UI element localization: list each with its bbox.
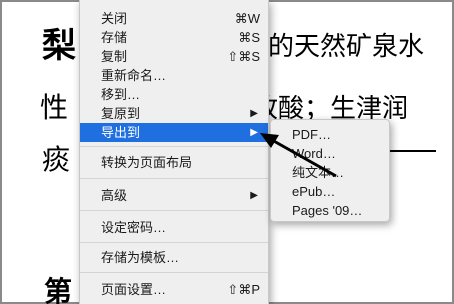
menu-separator xyxy=(80,272,268,273)
menu-item-set-password[interactable]: 设定密码… xyxy=(80,218,268,237)
menu-item-save[interactable]: 存储 ⌘S xyxy=(80,28,268,47)
menu-item-move-to-label: 移到… xyxy=(101,87,141,102)
menu-item-save-as-template-label: 存储为模板… xyxy=(101,250,180,265)
menu-item-rename[interactable]: 重新命名… xyxy=(80,66,268,85)
export-epub-item[interactable]: ePub… xyxy=(292,182,335,201)
menu-item-convert-label: 转换为页面布局 xyxy=(101,155,193,170)
menu-item-page-setup-shortcut: ⇧⌘P xyxy=(227,282,260,297)
menu-item-duplicate-shortcut: ⇧⌘S xyxy=(227,49,260,64)
menu-item-page-setup-label: 页面设置… xyxy=(101,282,167,297)
menu-item-export-to[interactable]: 导出到 ▶ xyxy=(80,123,268,142)
export-pages09-item[interactable]: Pages '09… xyxy=(292,201,362,220)
menu-item-duplicate[interactable]: 复制 ⇧⌘S xyxy=(80,47,268,66)
menu-separator xyxy=(80,242,268,243)
menu-item-rename-label: 重新命名… xyxy=(101,68,167,83)
menu-item-move-to[interactable]: 移到… xyxy=(80,85,268,104)
menu-separator xyxy=(80,146,268,147)
menu-item-close[interactable]: 关闭 ⌘W xyxy=(80,9,268,28)
menu-item-save-as-template[interactable]: 存储为模板… xyxy=(80,248,268,267)
export-plain-text-item[interactable]: 纯文本… xyxy=(292,163,344,182)
menu-item-duplicate-label: 复制 xyxy=(101,49,128,64)
export-submenu: PDF… Word… 纯文本… ePub… Pages '09… xyxy=(270,119,390,222)
menu-separator xyxy=(80,210,268,211)
document-line-3-start: 痰 xyxy=(42,143,71,176)
submenu-arrow-icon: ▶ xyxy=(250,190,258,201)
menu-item-save-shortcut: ⌘S xyxy=(238,30,260,45)
menu-item-revert-to[interactable]: 复原到 ▶ xyxy=(80,104,268,123)
export-pdf-item[interactable]: PDF… xyxy=(292,125,331,144)
menu-item-advanced[interactable]: 高级 ▶ xyxy=(80,186,268,205)
document-line-2-start: 性 xyxy=(40,91,69,124)
menu-item-convert-to-page-layout[interactable]: 转换为页面布局 xyxy=(80,153,268,172)
menu-item-export-to-label: 导出到 xyxy=(101,125,141,140)
document-title-fragment: 梨 xyxy=(42,26,77,66)
menu-item-revert-to-label: 复原到 xyxy=(101,106,141,121)
document-title-continuation: 的天然矿泉水 xyxy=(268,32,425,62)
menu-item-advanced-label: 高级 xyxy=(101,188,128,203)
menu-item-set-password-label: 设定密码… xyxy=(101,220,167,235)
submenu-arrow-icon: ▶ xyxy=(250,127,258,138)
menu-item-close-shortcut: ⌘W xyxy=(234,11,260,26)
submenu-arrow-icon: ▶ xyxy=(250,108,258,119)
menu-separator xyxy=(80,178,268,179)
menu-item-page-setup[interactable]: 页面设置… ⇧⌘P xyxy=(80,280,268,299)
document-line-3-end: 〈 xyxy=(440,134,454,171)
menu-item-close-label: 关闭 xyxy=(101,11,128,26)
export-word-item[interactable]: Word… xyxy=(292,144,336,163)
document-section-heading-fragment: 第 xyxy=(44,275,73,304)
file-menu: 关闭 ⌘W 存储 ⌘S 复制 ⇧⌘S 重新命名… 移到… 复原到 ▶ 导出到 ▶… xyxy=(79,0,269,304)
menu-item-save-label: 存储 xyxy=(101,30,128,45)
